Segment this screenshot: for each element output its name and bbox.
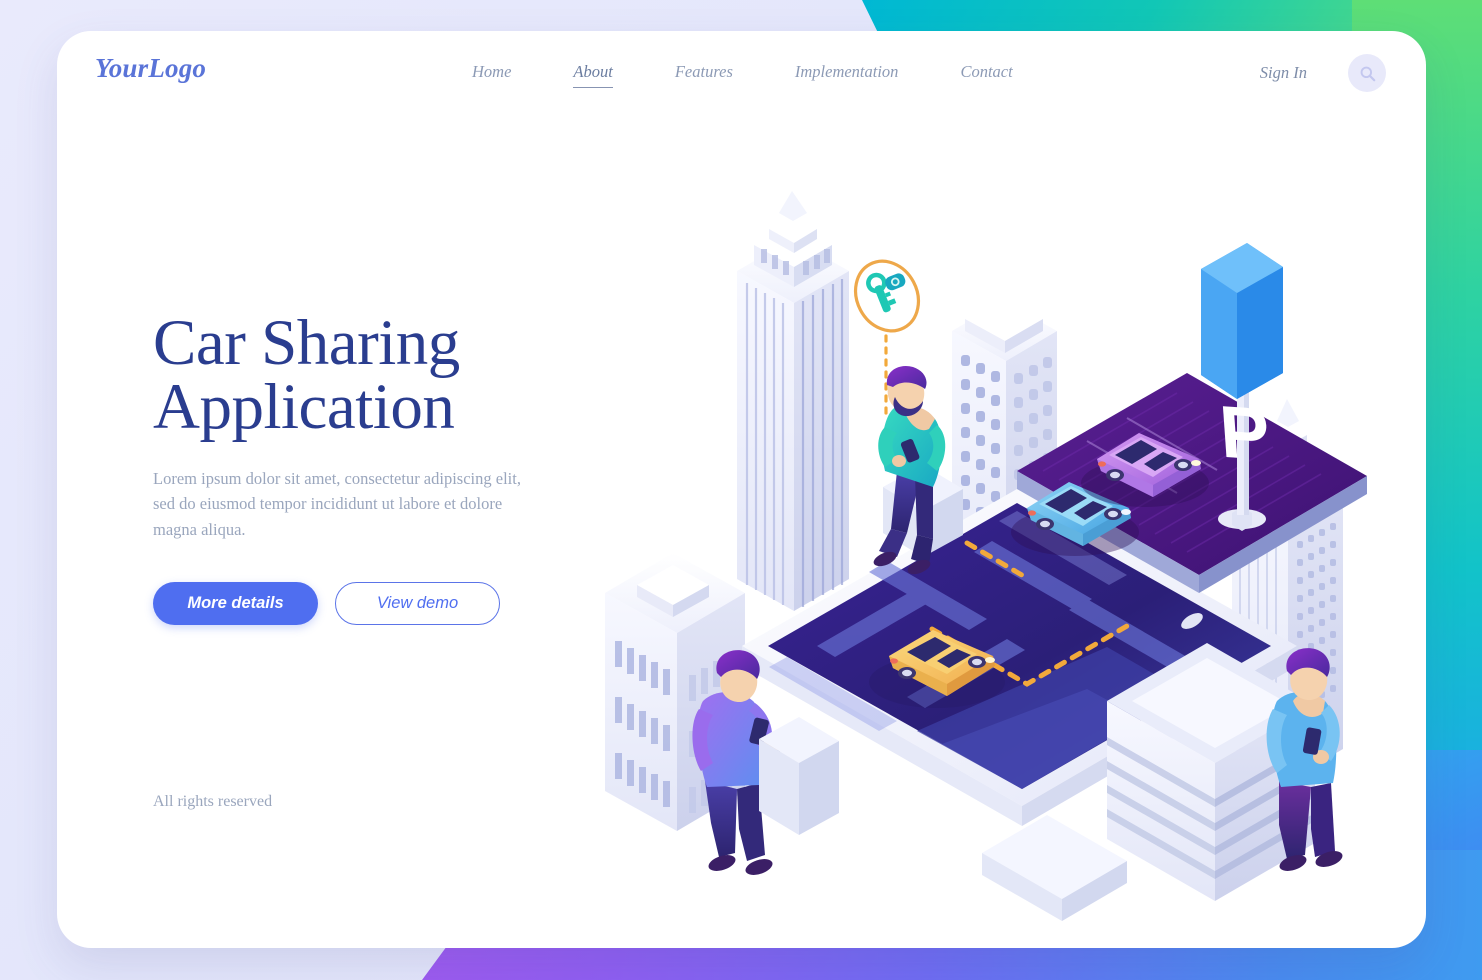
page-title: Car Sharing Application (153, 311, 623, 440)
white-slab-block (982, 815, 1127, 921)
nav-item-features[interactable]: Features (675, 62, 733, 87)
hero-subtitle: Lorem ipsum dolor sit amet, consectetur … (153, 468, 521, 539)
skyscraper-left (737, 191, 849, 611)
hero-button-row: More details View demo (153, 582, 623, 626)
search-button[interactable] (1348, 54, 1386, 92)
sign-in-link[interactable]: Sign In (1260, 63, 1307, 83)
hero-illustration: P (487, 141, 1407, 948)
page-title-line-2: Application (153, 371, 455, 444)
nav-item-contact[interactable]: Contact (960, 62, 1012, 87)
hero-section: Car Sharing Application Lorem ipsum dolo… (153, 311, 623, 626)
nav-item-implementation[interactable]: Implementation (795, 62, 899, 87)
view-demo-button[interactable]: View demo (335, 582, 500, 626)
nav-item-home[interactable]: Home (472, 62, 511, 87)
landing-page-card: YourLogo Home About Features Implementat… (57, 31, 1426, 948)
search-icon (1360, 66, 1375, 81)
copyright-text: All rights reserved (153, 793, 273, 810)
more-details-button[interactable]: More details (153, 582, 318, 626)
main-navigation: Home About Features Implementation Conta… (472, 62, 1075, 88)
nav-item-about[interactable]: About (573, 62, 613, 88)
parking-sign-letter: P (1217, 390, 1272, 476)
page-title-line-1: Car Sharing (153, 307, 460, 379)
logo[interactable]: YourLogo (95, 53, 206, 84)
site-header: YourLogo Home About Features Implementat… (57, 31, 1426, 115)
